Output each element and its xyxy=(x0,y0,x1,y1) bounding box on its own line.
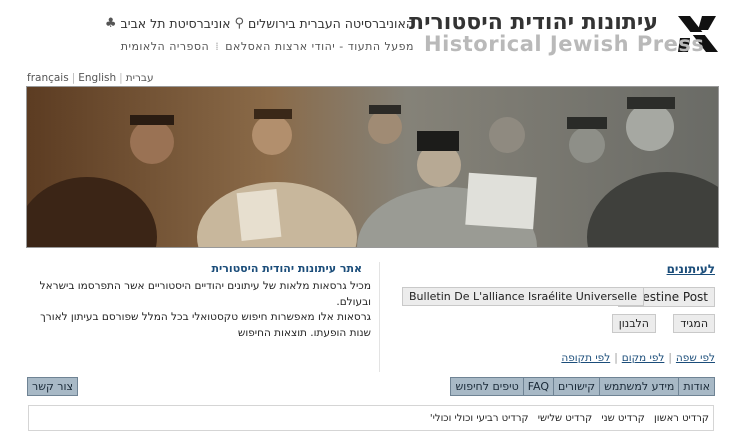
credit-item: קרדיט שלישי xyxy=(537,413,593,424)
institutions-line-1: האוניברסיטה העברית בירושלים ⚲ אוניברסיטת… xyxy=(105,16,414,31)
header-banner-photo xyxy=(26,86,719,248)
contact-button[interactable]: צור קשר xyxy=(27,377,79,396)
column-divider xyxy=(379,262,380,372)
divider: ⁞ xyxy=(215,40,220,53)
about-paragraph-1: מכיל גרסאות מלאות של עיתונים יהודיים היס… xyxy=(39,280,371,308)
newspaper-halevanon[interactable]: הלבנון xyxy=(611,314,656,333)
language-french[interactable]: français xyxy=(27,72,69,84)
newspaper-bulletin-alliance[interactable]: Bulletin De L'alliance Israélite Univers… xyxy=(402,287,645,306)
credit-item: קרדיט רביעי וכולי וכולי' xyxy=(429,413,529,424)
browse-by-place[interactable]: לפי מקום xyxy=(622,352,665,364)
nav-about[interactable]: אודות xyxy=(678,378,714,395)
national-library-link[interactable]: הספריה הלאומית xyxy=(121,40,210,53)
tel-aviv-university-link[interactable]: אוניברסיטת תל אביב xyxy=(121,16,231,31)
browse-by-links: לפי שפה | לפי מקום | לפי תקופה xyxy=(561,352,715,364)
credit-item: קרדיט ראשון xyxy=(654,413,709,424)
about-heading: אתר עיתונות יהודית היסטורית xyxy=(211,262,362,275)
language-hebrew[interactable]: עברית xyxy=(126,72,154,84)
credits-bar: קרדיט ראשון קרדיט שני קרדיט שלישי קרדיט … xyxy=(28,405,714,431)
institutions-line-2: מפעל התעוד - יהודי ארצות האסלאם ⁞ הספריה ה… xyxy=(121,40,414,53)
newspaper-hamagid[interactable]: המגיד xyxy=(673,314,715,333)
documentation-project-link[interactable]: מפעל התעוד - יהודי ארצות האסלאם xyxy=(225,40,414,53)
site-title-english: Historical Jewish Press xyxy=(424,32,705,56)
language-switcher: français | English | עברית xyxy=(27,72,154,84)
browse-by-period[interactable]: לפי תקופה xyxy=(561,352,610,364)
hebrew-university-emblem-icon: ♣ xyxy=(104,16,117,31)
nav-search-tips[interactable]: טיפים לחיפוש xyxy=(451,378,523,395)
about-text: מכיל גרסאות מלאות של עיתונים יהודיים היס… xyxy=(26,279,371,341)
nav-links[interactable]: קישורים xyxy=(553,378,600,395)
credit-item: קרדיט שני xyxy=(601,413,645,424)
language-english[interactable]: English xyxy=(78,72,116,84)
browse-by-language[interactable]: לפי שפה xyxy=(676,352,715,364)
main-navigation: אודות מידע למשתמש קישורים FAQ טיפים לחיפ… xyxy=(450,377,715,396)
newspapers-heading[interactable]: לעיתונים xyxy=(667,262,715,276)
nav-faq[interactable]: FAQ xyxy=(522,378,554,395)
about-paragraph-2: גרסאות אלו מאפשרות חיפוש טקסטואלי בכל המ… xyxy=(40,311,371,339)
nav-user-info[interactable]: מידע למשתמש xyxy=(599,378,679,395)
hebrew-university-link[interactable]: האוניברסיטה העברית בירושלים xyxy=(248,16,414,31)
tel-aviv-university-emblem-icon: ⚲ xyxy=(234,16,245,31)
